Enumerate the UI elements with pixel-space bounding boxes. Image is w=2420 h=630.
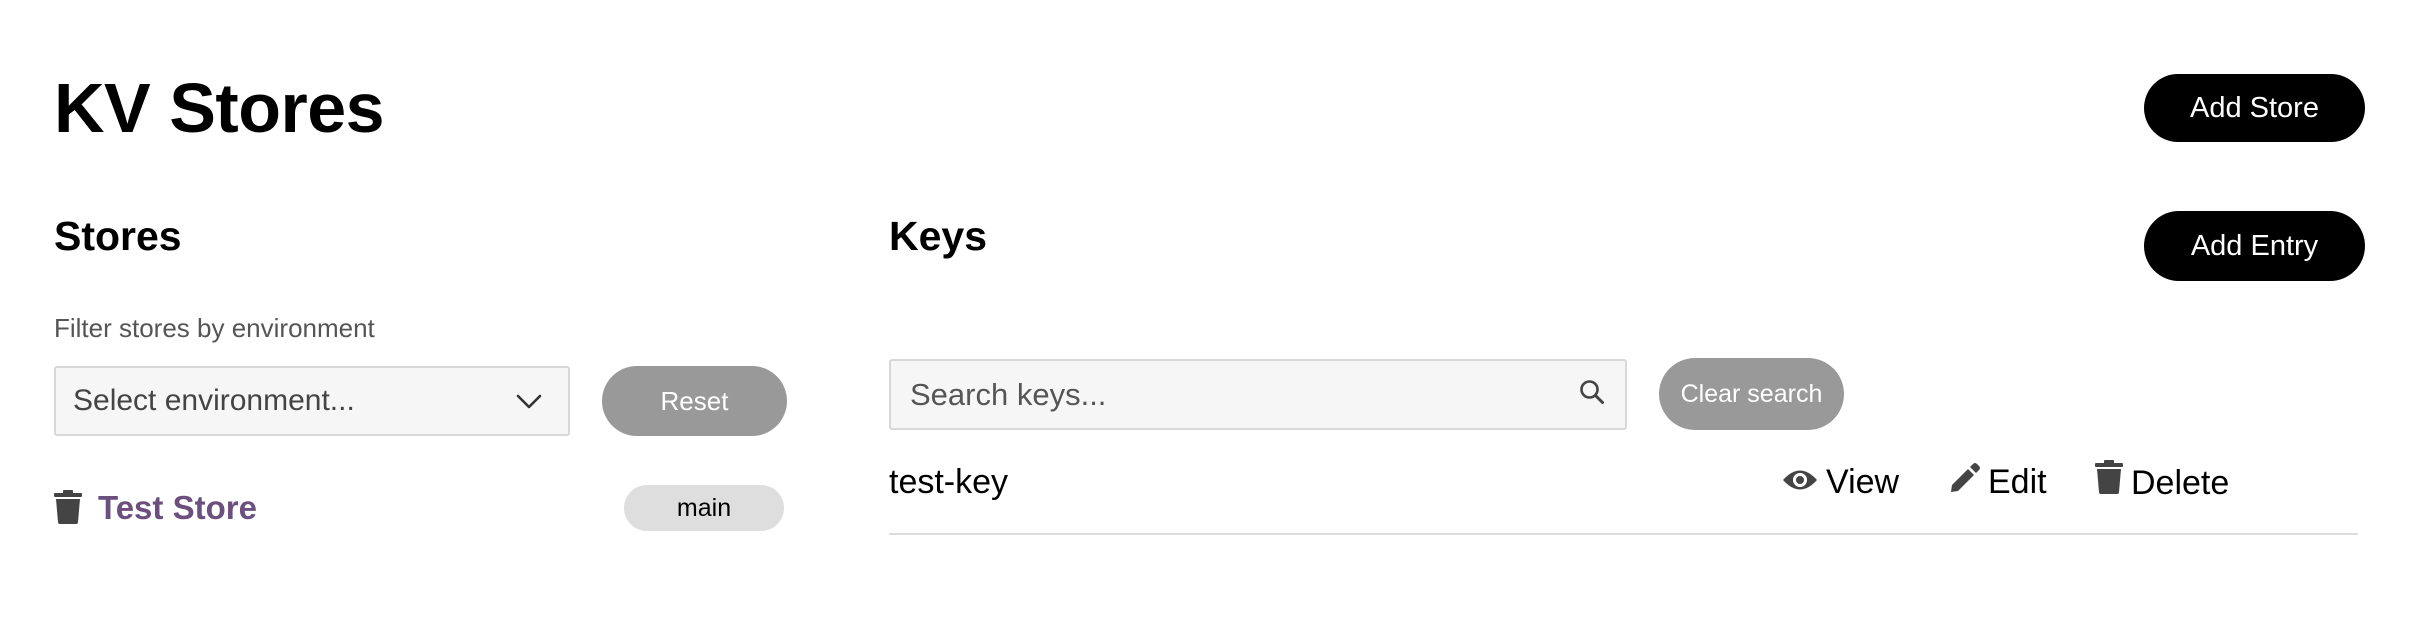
edit-label: Edit [1988, 463, 2047, 501]
pencil-icon [1948, 460, 1988, 504]
add-entry-button[interactable]: Add Entry [2144, 211, 2365, 281]
page-title: KV Stores [54, 69, 385, 147]
keys-heading: Keys [889, 213, 988, 259]
delete-label: Delete [2131, 463, 2230, 502]
trash-icon[interactable] [54, 490, 82, 524]
key-name: test-key [889, 463, 1009, 501]
trash-icon [2095, 460, 2131, 505]
delete-action[interactable]: Delete [2095, 460, 2229, 505]
eye-icon [1782, 460, 1826, 504]
clear-search-button[interactable]: Clear search [1659, 358, 1844, 430]
view-action[interactable]: View [1782, 460, 1899, 504]
environment-badge: main [624, 485, 784, 531]
edit-action[interactable]: Edit [1948, 460, 2047, 504]
filter-stores-label: Filter stores by environment [54, 313, 375, 343]
environment-select-value: Select environment... [73, 384, 355, 417]
stores-heading: Stores [54, 213, 182, 259]
store-link[interactable]: Test Store [98, 486, 257, 530]
reset-button[interactable]: Reset [602, 366, 787, 436]
add-store-button[interactable]: Add Store [2144, 74, 2365, 142]
search-icon [1579, 379, 1605, 410]
chevron-down-icon [516, 384, 542, 418]
search-keys-field[interactable] [889, 359, 1627, 430]
view-label: View [1826, 463, 1900, 501]
row-divider [889, 533, 2358, 535]
search-keys-input[interactable] [908, 375, 1579, 414]
environment-select[interactable]: Select environment... [54, 366, 570, 436]
